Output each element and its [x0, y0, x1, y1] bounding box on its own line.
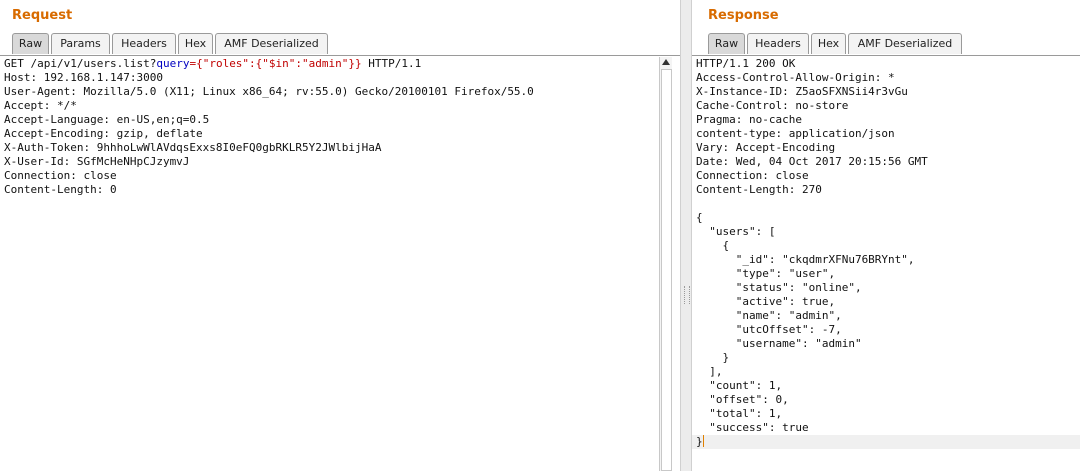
response-pane: Response Raw Headers Hex AMF Deserialize…: [692, 0, 1080, 471]
request-header-line: Accept-Language: en-US,en;q=0.5: [4, 113, 210, 126]
query-param-name: query: [156, 57, 190, 70]
response-line: "total": 1,: [696, 407, 783, 420]
response-line: content-type: application/json: [696, 127, 895, 140]
response-title: Response: [708, 8, 779, 23]
response-line: Access-Control-Allow-Origin: *: [696, 71, 895, 84]
request-header-line: Content-Length: 0: [4, 183, 117, 196]
request-header-line: User-Agent: Mozilla/5.0 (X11; Linux x86_…: [4, 85, 534, 98]
response-tabstrip: Raw Headers Hex AMF Deserialized: [692, 33, 1080, 56]
request-title: Request: [12, 8, 73, 23]
response-tab-headers[interactable]: Headers: [747, 33, 809, 54]
response-tab-raw[interactable]: Raw: [708, 33, 745, 54]
request-tab-raw[interactable]: Raw: [12, 33, 49, 54]
request-tab-amf-deserialized[interactable]: AMF Deserialized: [215, 33, 328, 54]
request-tab-headers[interactable]: Headers: [112, 33, 176, 54]
response-last-line: }: [696, 435, 703, 448]
response-line: "users": [: [696, 225, 776, 238]
response-line: "success": true: [696, 421, 809, 434]
response-line: ],: [696, 365, 723, 378]
request-header-line: Connection: close: [4, 169, 117, 182]
response-line: "_id": "ckqdmrXFNu76BRYnt",: [696, 253, 915, 266]
response-line: "count": 1,: [696, 379, 783, 392]
response-line: Cache-Control: no-store: [696, 99, 849, 112]
response-line: {: [696, 211, 703, 224]
response-line: Vary: Accept-Encoding: [696, 141, 836, 154]
response-line: "status": "online",: [696, 281, 862, 294]
request-tab-hex[interactable]: Hex: [178, 33, 213, 54]
response-tab-amf-deserialized[interactable]: AMF Deserialized: [848, 33, 962, 54]
request-scrollbar[interactable]: [659, 57, 672, 471]
request-header-line: Accept-Encoding: gzip, deflate: [4, 127, 203, 140]
response-editor[interactable]: HTTP/1.1 200 OK Access-Control-Allow-Ori…: [692, 57, 1080, 471]
response-line: [692, 197, 1080, 211]
scroll-up-arrow-icon[interactable]: [662, 59, 670, 65]
response-tab-hex[interactable]: Hex: [811, 33, 846, 54]
text-caret: [702, 435, 704, 447]
query-param-value: ={"roles":{"$in":"admin"}}: [189, 57, 362, 70]
request-line: GET /api/v1/users.list?query={"roles":{"…: [0, 57, 660, 71]
request-tab-params[interactable]: Params: [51, 33, 110, 54]
request-line-prefix: GET /api/v1/users.list?: [4, 57, 157, 70]
response-line: Pragma: no-cache: [696, 113, 802, 126]
response-line: X-Instance-ID: Z5aoSFXNSii4r3vGu: [696, 85, 908, 98]
response-line: "offset": 0,: [696, 393, 789, 406]
response-line: HTTP/1.1 200 OK: [696, 57, 796, 70]
request-header-line: X-User-Id: SGfMcHeNHpCJzymvJ: [4, 155, 190, 168]
pane-splitter[interactable]: [680, 0, 692, 471]
response-line: "name": "admin",: [696, 309, 842, 322]
response-line: "username": "admin": [696, 337, 862, 350]
request-editor[interactable]: GET /api/v1/users.list?query={"roles":{"…: [0, 57, 660, 471]
response-line: Connection: close: [696, 169, 809, 182]
response-line: {: [696, 239, 730, 252]
splitter-grip-icon[interactable]: [684, 286, 690, 304]
response-line: "utcOffset": -7,: [696, 323, 842, 336]
request-tabstrip: Raw Params Headers Hex AMF Deserialized: [0, 33, 680, 56]
response-line: "type": "user",: [696, 267, 836, 280]
response-line: Content-Length: 270: [696, 183, 822, 196]
scrollbar-thumb[interactable]: [661, 69, 672, 471]
request-header-line: Host: 192.168.1.147:3000: [4, 71, 163, 84]
response-current-line: }: [692, 435, 1080, 449]
request-header-line: Accept: */*: [4, 99, 77, 112]
response-line: }: [696, 351, 730, 364]
request-line-suffix: HTTP/1.1: [361, 57, 422, 70]
request-pane: Request Raw Params Headers Hex AMF Deser…: [0, 0, 680, 471]
request-header-line: X-Auth-Token: 9hhhoLwWlAVdqsExxs8I0eFQ0g…: [4, 141, 382, 154]
response-line: Date: Wed, 04 Oct 2017 20:15:56 GMT: [696, 155, 928, 168]
response-line: "active": true,: [696, 295, 836, 308]
